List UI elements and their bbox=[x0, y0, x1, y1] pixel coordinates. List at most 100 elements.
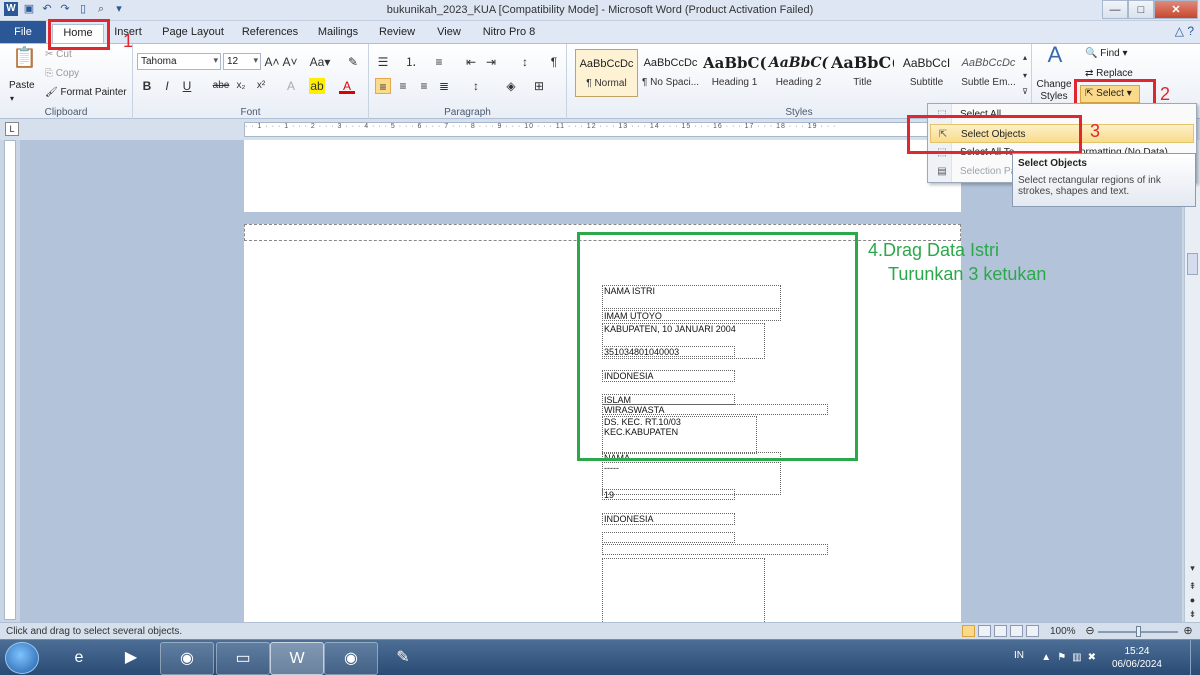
field-empty-3[interactable] bbox=[602, 558, 765, 622]
style-subtle-emphasis[interactable]: AaBbCcDc Subtle Em... bbox=[957, 49, 1020, 97]
underline-button[interactable]: U bbox=[179, 78, 195, 94]
next-page-icon[interactable]: ⇟ bbox=[1185, 606, 1200, 622]
numbering-icon[interactable]: ⒈ bbox=[403, 54, 419, 70]
paragraph-group: ☰ ⒈ ≡ ⇤ ⇥ ↕ ¶ ≡ ≡ ≡ ≣ ↕ ◈ ⊞ Paragraph bbox=[369, 44, 567, 120]
style-no-spacing[interactable]: AaBbCcDc ¶ No Spaci... bbox=[639, 49, 702, 97]
word-icon[interactable]: W bbox=[270, 642, 324, 675]
vertical-ruler[interactable] bbox=[4, 140, 16, 620]
media-player-icon[interactable]: ▶ bbox=[104, 642, 158, 675]
text-effects-icon[interactable]: A bbox=[283, 78, 299, 94]
cut-button[interactable]: ✂ Cut bbox=[45, 49, 72, 60]
grow-font-icon[interactable]: A˄ bbox=[264, 54, 280, 70]
zoom-slider-thumb[interactable] bbox=[1136, 626, 1141, 637]
outline-view-icon[interactable] bbox=[1010, 625, 1023, 637]
decrease-indent-icon[interactable]: ⇤ bbox=[463, 54, 479, 70]
style-heading-1[interactable]: AaBbC( Heading 1 bbox=[703, 49, 766, 97]
web-layout-icon[interactable] bbox=[994, 625, 1007, 637]
align-center-icon[interactable]: ≡ bbox=[395, 78, 411, 94]
horizontal-ruler[interactable]: · · 1 · · · 1 · · · 2 · · · 3 · · · 4 · … bbox=[244, 122, 961, 137]
show-formatting-marks-icon[interactable]: ¶ bbox=[546, 54, 562, 70]
full-screen-reading-icon[interactable] bbox=[978, 625, 991, 637]
tray-icons[interactable]: ▲⚑▥✖ bbox=[1041, 652, 1102, 663]
start-button[interactable] bbox=[5, 642, 39, 674]
maximize-button[interactable]: □ bbox=[1128, 0, 1154, 19]
font-name-combo[interactable]: Tahoma bbox=[137, 53, 221, 70]
bullets-icon[interactable]: ☰ bbox=[375, 54, 391, 70]
tab-file[interactable]: File bbox=[0, 21, 46, 43]
field-tanggal[interactable]: 19 bbox=[602, 489, 735, 500]
multilevel-list-icon[interactable]: ≡ bbox=[431, 54, 447, 70]
field-empty-2[interactable] bbox=[602, 544, 828, 555]
justify-icon[interactable]: ≣ bbox=[436, 78, 452, 94]
vertical-scrollbar[interactable]: ▾ ⇞ ● ⇟ bbox=[1184, 140, 1200, 622]
tab-view[interactable]: View bbox=[432, 24, 466, 43]
zoom-level[interactable]: 100% bbox=[1050, 626, 1076, 637]
tab-selector-icon[interactable]: L bbox=[5, 122, 19, 136]
chrome-icon-2[interactable]: ◉ bbox=[324, 642, 378, 675]
ie-icon[interactable]: e bbox=[52, 642, 106, 675]
styles-scroll-down-icon[interactable]: ▾ bbox=[1020, 68, 1030, 84]
style-title[interactable]: AaBbC( Title bbox=[831, 49, 894, 97]
scrollbar-thumb[interactable] bbox=[1187, 253, 1198, 275]
shrink-font-icon[interactable]: A˅ bbox=[282, 54, 298, 70]
copy-button[interactable]: ⎘ Copy bbox=[45, 68, 79, 79]
bold-button[interactable]: B bbox=[139, 78, 155, 94]
styles-more-icon[interactable]: ⊽ bbox=[1020, 84, 1030, 100]
field-empty-1[interactable] bbox=[602, 532, 735, 543]
style-normal[interactable]: AaBbCcDc ¶ Normal bbox=[575, 49, 638, 97]
tab-page-layout[interactable]: Page Layout bbox=[160, 24, 226, 43]
styles-scroll-up-icon[interactable]: ▴ bbox=[1020, 50, 1030, 66]
strikethrough-button[interactable]: abe bbox=[211, 78, 231, 94]
clipboard-label: Clipboard bbox=[44, 107, 88, 118]
field-kewarganegaraan-2[interactable]: INDONESIA bbox=[602, 513, 735, 525]
find-button[interactable]: 🔍 Find ▾ bbox=[1085, 48, 1128, 59]
borders-icon[interactable]: ⊞ bbox=[531, 78, 547, 94]
document-area[interactable]: NAMA ISTRI IMAM UTOYO KABUPATEN, 10 JANU… bbox=[20, 140, 1182, 622]
paste-button[interactable]: Paste bbox=[9, 80, 35, 91]
shading-icon[interactable]: ◈ bbox=[503, 78, 519, 94]
paste-dropdown-icon[interactable]: ▾ bbox=[10, 94, 14, 103]
style-subtitle[interactable]: AaBbCcI Subtitle bbox=[895, 49, 958, 97]
align-right-icon[interactable]: ≡ bbox=[416, 78, 432, 94]
tab-mailings[interactable]: Mailings bbox=[313, 24, 363, 43]
annotation-step-4-line-1: 4.Drag Data Istri bbox=[868, 240, 1000, 260]
tab-references[interactable]: References bbox=[240, 24, 300, 43]
change-case-icon[interactable]: Aa▾ bbox=[309, 54, 331, 70]
align-left-icon[interactable]: ≡ bbox=[375, 78, 391, 94]
style-heading-2[interactable]: AaBbC( Heading 2 bbox=[767, 49, 830, 97]
help-icon[interactable]: △ ? bbox=[1175, 24, 1194, 38]
chrome-icon[interactable]: ◉ bbox=[160, 642, 214, 675]
clock[interactable]: 15:24 06/06/2024 bbox=[1112, 645, 1162, 671]
tab-nitro-pro[interactable]: Nitro Pro 8 bbox=[480, 24, 538, 43]
replace-button[interactable]: ⇄ Replace bbox=[1085, 68, 1133, 79]
tab-review[interactable]: Review bbox=[377, 24, 417, 43]
clock-date: 06/06/2024 bbox=[1111, 659, 1162, 670]
scroll-down-icon[interactable]: ▾ bbox=[1185, 560, 1200, 576]
tooltip-title: Select Objects bbox=[1018, 158, 1087, 169]
font-color-icon[interactable]: A bbox=[339, 78, 355, 94]
show-desktop-button[interactable] bbox=[1190, 640, 1200, 675]
line-spacing-icon[interactable]: ↕ bbox=[468, 78, 484, 94]
superscript-button[interactable]: x² bbox=[253, 78, 269, 94]
print-layout-view-icon[interactable] bbox=[962, 625, 975, 637]
explorer-folder-icon[interactable]: ▭ bbox=[216, 642, 270, 675]
subscript-button[interactable]: x₂ bbox=[233, 78, 249, 94]
minimize-button[interactable]: — bbox=[1102, 0, 1128, 19]
clear-formatting-icon[interactable]: ✎ bbox=[345, 54, 361, 70]
paint-icon[interactable]: ✎ bbox=[376, 642, 430, 675]
italic-button[interactable]: I bbox=[159, 78, 175, 94]
tooltip-body: Select rectangular regions of ink stroke… bbox=[1018, 175, 1161, 197]
font-size-combo[interactable]: 12 bbox=[223, 53, 261, 70]
change-styles-button[interactable]: Change Styles bbox=[1036, 79, 1072, 103]
paste-icon[interactable]: 📋 bbox=[12, 48, 37, 74]
language-indicator[interactable]: IN bbox=[1014, 650, 1024, 661]
format-painter-button[interactable]: 🖌 Format Painter bbox=[45, 87, 127, 98]
sort-icon[interactable]: ↕ bbox=[517, 54, 533, 70]
increase-indent-icon[interactable]: ⇥ bbox=[483, 54, 499, 70]
zoom-in-icon[interactable]: ⊕ bbox=[1180, 623, 1196, 639]
zoom-out-icon[interactable]: ⊖ bbox=[1082, 623, 1098, 639]
change-styles-icon[interactable]: A bbox=[1042, 44, 1068, 73]
highlight-color-icon[interactable]: ab bbox=[309, 78, 325, 94]
draft-view-icon[interactable] bbox=[1026, 625, 1039, 637]
close-button[interactable]: ✕ bbox=[1154, 0, 1198, 19]
